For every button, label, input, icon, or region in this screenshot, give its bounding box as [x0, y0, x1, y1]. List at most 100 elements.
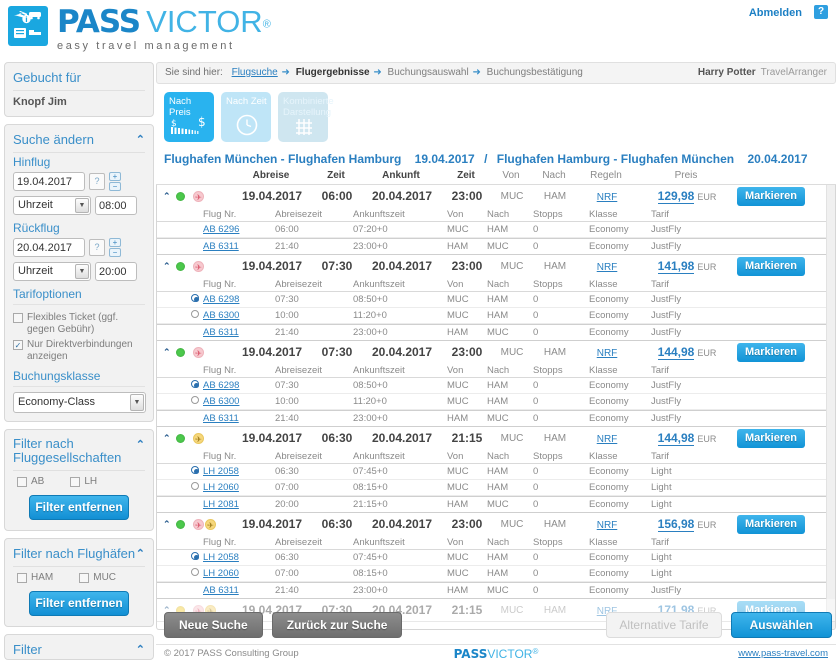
sort-combined-view-button[interactable]: Kombinierte Darstellung	[278, 92, 334, 142]
select-button[interactable]: Auswählen	[730, 612, 832, 638]
leg-row[interactable]: AB 6296 06:00 07:20+0 MUC HAM 0 Economy …	[157, 222, 835, 238]
fare-rules-link[interactable]: NRF	[597, 348, 618, 359]
outbound-date-stepper[interactable]: + −	[109, 172, 121, 191]
results-scrollbar[interactable]	[826, 185, 835, 629]
fare-rules[interactable]: NRF	[577, 189, 637, 203]
flight-number-link[interactable]: LH 2058	[203, 552, 239, 563]
breadcrumb-step-flugsuche[interactable]: Flugsuche	[232, 67, 278, 78]
leg-row[interactable]: AB 6311 21:40 23:00+0 HAM MUC 0 Economy …	[157, 410, 835, 426]
fare-rules[interactable]: NRF	[577, 345, 637, 359]
expand-toggle-icon[interactable]: ⌃	[163, 347, 171, 358]
result-summary-row[interactable]: ⌃ ✈ 19.04.2017 07:30 20.04.2017 23:00 MU…	[157, 255, 835, 277]
flight-number-link[interactable]: AB 6298	[203, 380, 239, 391]
leg-radio-off[interactable]	[191, 310, 199, 318]
date-plus-icon[interactable]: +	[109, 172, 121, 181]
leg-radio-on[interactable]	[191, 380, 199, 388]
leg-flight-number[interactable]: AB 6300	[203, 396, 275, 407]
leg-row[interactable]: LH 2060 07:00 08:15+0 MUC HAM 0 Economy …	[157, 566, 835, 582]
sort-by-time-button[interactable]: Nach Zeit	[221, 92, 271, 142]
leg-row[interactable]: LH 2058 06:30 07:45+0 MUC HAM 0 Economy …	[157, 464, 835, 480]
checkbox-airline-ab[interactable]: AB	[17, 476, 44, 488]
flight-number-link[interactable]: AB 6298	[203, 294, 239, 305]
mark-button[interactable]: Markieren	[737, 186, 805, 206]
result-summary-row[interactable]: ⌃ ✈ ✈ 19.04.2017 06:30 20.04.2017 23:00 M…	[157, 513, 835, 535]
expand-toggle-icon[interactable]: ⌃	[163, 191, 171, 202]
leg-row[interactable]: LH 2060 07:00 08:15+0 MUC HAM 0 Economy …	[157, 480, 835, 496]
return-date-stepper[interactable]: + −	[109, 238, 121, 257]
result-card[interactable]: ⌃ ✈ 19.04.2017 07:30 20.04.2017 23:00 MU…	[157, 255, 835, 341]
result-card[interactable]: ⌃ ✈ 19.04.2017 07:30 20.04.2017 23:00 MU…	[157, 341, 835, 427]
leg-flight-number[interactable]: AB 6311	[203, 585, 275, 596]
calendar-icon[interactable]: ?	[89, 239, 105, 256]
date-minus-icon[interactable]: −	[109, 248, 121, 257]
leg-row[interactable]: AB 6300 10:00 11:20+0 MUC HAM 0 Economy …	[157, 308, 835, 324]
help-icon[interactable]: ?	[814, 5, 828, 19]
leg-row[interactable]: AB 6300 10:00 11:20+0 MUC HAM 0 Economy …	[157, 394, 835, 410]
leg-flight-number[interactable]: AB 6298	[203, 294, 275, 305]
leg-radio-on[interactable]	[191, 294, 199, 302]
panel-title-filter[interactable]: Filter ⌃	[13, 640, 145, 657]
leg-row[interactable]: AB 6311 21:40 23:00+0 HAM MUC 0 Economy …	[157, 582, 835, 598]
leg-flight-number[interactable]: LH 2058	[203, 466, 275, 477]
leg-flight-number[interactable]: AB 6311	[203, 413, 275, 424]
fare-rules-link[interactable]: NRF	[597, 520, 618, 531]
leg-select[interactable]	[157, 482, 203, 493]
leg-row[interactable]: AB 6298 07:30 08:50+0 MUC HAM 0 Economy …	[157, 292, 835, 308]
calendar-icon[interactable]: ?	[89, 173, 105, 190]
leg-radio-on[interactable]	[191, 552, 199, 560]
leg-select[interactable]	[157, 396, 203, 407]
mark-button[interactable]: Markieren	[737, 342, 805, 362]
checkbox-icon-unchecked[interactable]	[70, 477, 81, 487]
chevron-down-icon[interactable]: ▼	[75, 198, 89, 213]
fare-rules[interactable]: NRF	[577, 431, 637, 445]
return-time-input[interactable]	[95, 262, 137, 281]
mark-button[interactable]: Markieren	[737, 514, 805, 534]
leg-flight-number[interactable]: LH 2060	[203, 568, 275, 579]
flight-number-link[interactable]: AB 6311	[203, 585, 239, 596]
flight-number-link[interactable]: AB 6300	[203, 396, 239, 407]
flight-number-link[interactable]: AB 6311	[203, 327, 239, 338]
checkbox-icon-unchecked[interactable]	[17, 573, 27, 583]
checkbox-direct-only[interactable]: ✓ Nur Direktverbindungen anzeigen	[13, 339, 145, 363]
leg-select[interactable]	[157, 380, 203, 391]
logout-link[interactable]: Abmelden	[749, 7, 802, 19]
booking-class-select[interactable]: Economy-Class ▼	[13, 392, 146, 413]
leg-select[interactable]	[157, 310, 203, 321]
leg-row[interactable]: LH 2058 06:30 07:45+0 MUC HAM 0 Economy …	[157, 550, 835, 566]
result-card[interactable]: ⌃ ✈ 19.04.2017 06:00 20.04.2017 23:00 MU…	[157, 185, 835, 255]
fare-rules-link[interactable]: NRF	[597, 262, 618, 273]
leg-flight-number[interactable]: AB 6298	[203, 380, 275, 391]
remove-airport-filter-button[interactable]: Filter entfernen	[29, 591, 129, 616]
date-plus-icon[interactable]: +	[109, 238, 121, 247]
footer-website-link[interactable]: www.pass-travel.com	[738, 648, 828, 659]
mark-button[interactable]: Markieren	[737, 256, 805, 276]
checkbox-icon-unchecked[interactable]	[13, 313, 23, 323]
flight-number-link[interactable]: AB 6311	[203, 413, 239, 424]
fare-rules-link[interactable]: NRF	[597, 434, 618, 445]
fare-rules-link[interactable]: NRF	[597, 192, 618, 203]
flight-number-link[interactable]: LH 2060	[203, 568, 239, 579]
date-minus-icon[interactable]: −	[109, 182, 121, 191]
return-date-input[interactable]	[13, 238, 85, 257]
leg-flight-number[interactable]: AB 6311	[203, 241, 275, 252]
return-time-select[interactable]: Uhrzeit ▼	[13, 262, 91, 281]
checkbox-icon-unchecked[interactable]	[79, 573, 90, 583]
remove-airline-filter-button[interactable]: Filter entfernen	[29, 495, 129, 520]
result-card[interactable]: ⌃ ✈ 19.04.2017 06:30 20.04.2017 21:15 MU…	[157, 427, 835, 513]
result-summary-row[interactable]: ⌃ ✈ 19.04.2017 06:30 20.04.2017 21:15 MU…	[157, 427, 835, 449]
outbound-time-input[interactable]	[95, 196, 137, 215]
expand-toggle-icon[interactable]: ⌃	[163, 519, 171, 530]
flight-number-link[interactable]: LH 2060	[203, 482, 239, 493]
leg-flight-number[interactable]: LH 2060	[203, 482, 275, 493]
mark-button[interactable]: Markieren	[737, 428, 805, 448]
panel-title-filter-airports[interactable]: Filter nach Flughäfen ⌃	[13, 544, 145, 567]
results-list[interactable]: ⌃ ✈ 19.04.2017 06:00 20.04.2017 23:00 MU…	[156, 185, 836, 630]
fare-rules[interactable]: NRF	[577, 259, 637, 273]
leg-flight-number[interactable]: LH 2081	[203, 499, 275, 510]
result-summary-row[interactable]: ⌃ ✈ 19.04.2017 07:30 20.04.2017 23:00 MU…	[157, 341, 835, 363]
flight-number-link[interactable]: LH 2058	[203, 466, 239, 477]
leg-radio-on[interactable]	[191, 466, 199, 474]
flight-number-link[interactable]: LH 2081	[203, 499, 239, 510]
chevron-down-icon[interactable]: ▼	[75, 264, 89, 279]
outbound-time-select[interactable]: Uhrzeit ▼	[13, 196, 91, 215]
